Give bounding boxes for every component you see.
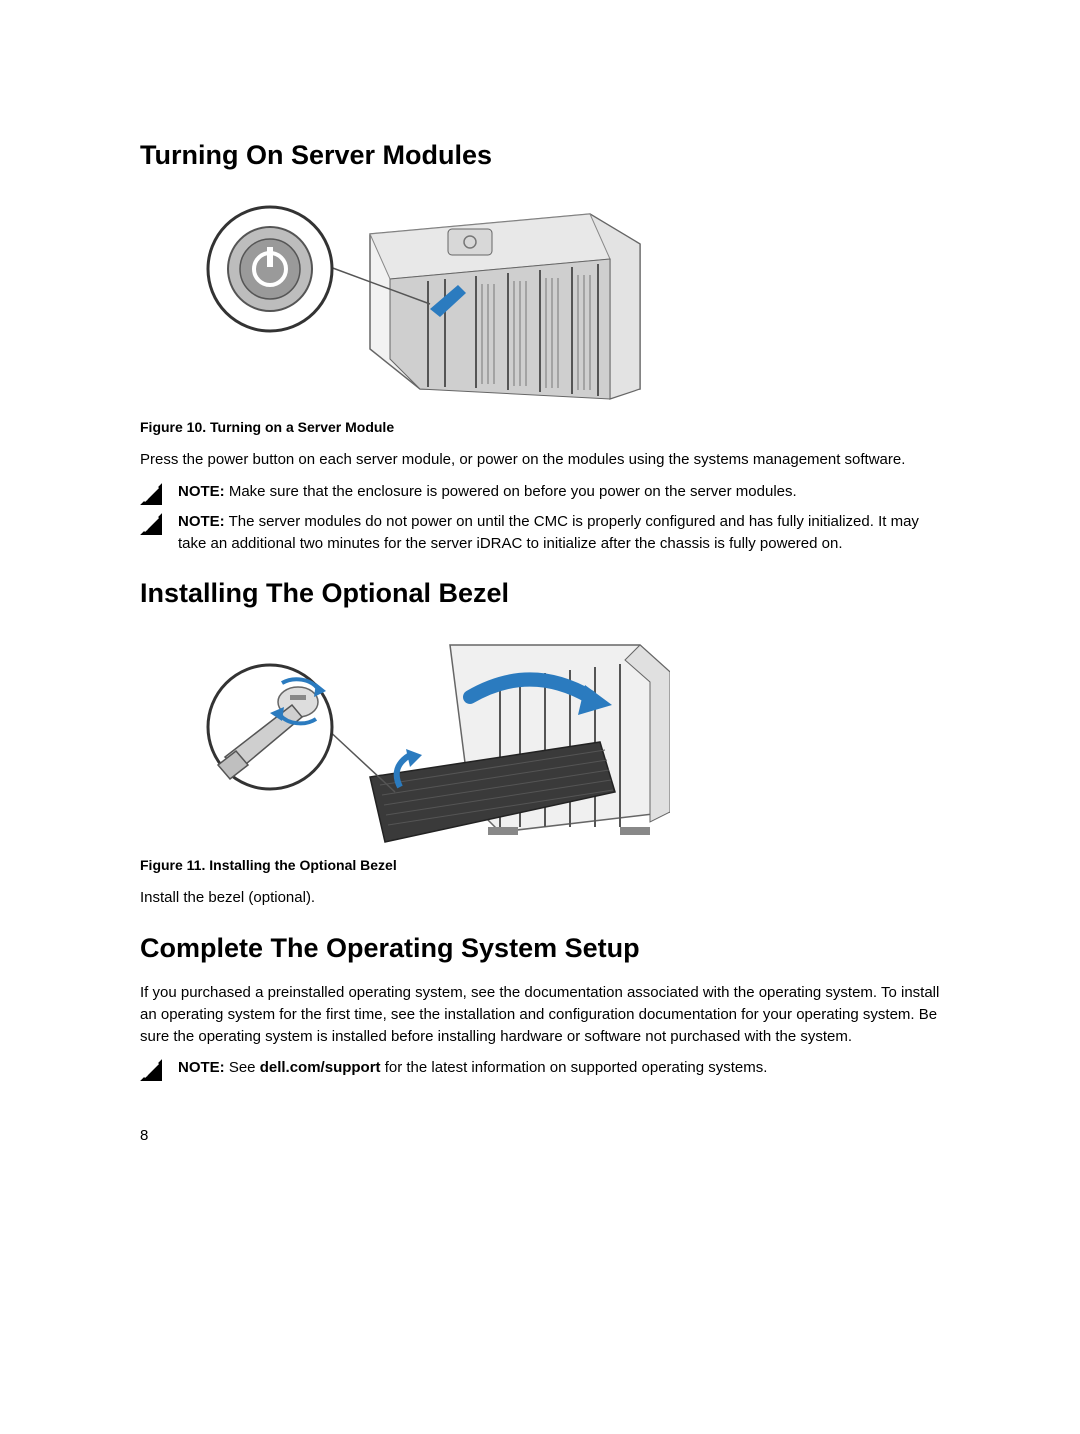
figure-11-illustration [170,627,670,847]
page-number: 8 [140,1127,148,1144]
note-row-1: NOTE: Make sure that the enclosure is po… [140,481,950,505]
paragraph-os-setup: If you purchased a preinstalled operatin… [140,982,950,1047]
figure-11-caption: Figure 11. Installing the Optional Bezel [140,857,950,873]
paragraph-install-bezel: Install the bezel (optional). [140,887,950,909]
heading-turning-on-server-modules: Turning On Server Modules [140,140,950,171]
note-2-text: NOTE: The server modules do not power on… [178,511,950,555]
note-body: Make sure that the enclosure is powered … [225,483,797,500]
note-label: NOTE: [178,483,225,500]
document-page: Turning On Server Modules [0,0,1080,1434]
heading-complete-os-setup: Complete The Operating System Setup [140,933,950,964]
figure-10-illustration [170,189,670,409]
figure-10-caption: Figure 10. Turning on a Server Module [140,419,950,435]
note-icon [140,513,162,535]
note-icon [140,1059,162,1081]
note-3-text: NOTE: See dell.com/support for the lates… [178,1057,950,1079]
note-label: NOTE: [178,1059,225,1076]
heading-installing-optional-bezel: Installing The Optional Bezel [140,578,950,609]
note-pre: See [225,1059,260,1076]
note-row-2: NOTE: The server modules do not power on… [140,511,950,555]
note-1-text: NOTE: Make sure that the enclosure is po… [178,481,950,503]
note-row-3: NOTE: See dell.com/support for the lates… [140,1057,950,1081]
note-body: The server modules do not power on until… [178,513,919,552]
note-label: NOTE: [178,513,225,530]
note-icon [140,483,162,505]
support-link[interactable]: dell.com/support [260,1059,381,1076]
paragraph-press-power-button: Press the power button on each server mo… [140,449,950,471]
note-post: for the latest information on supported … [381,1059,768,1076]
